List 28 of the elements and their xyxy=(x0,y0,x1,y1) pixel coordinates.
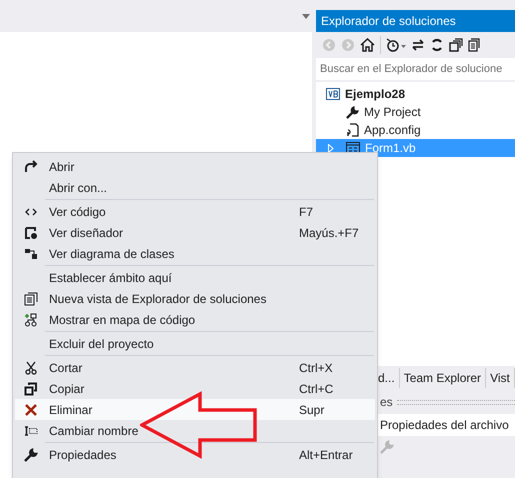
menu-item[interactable]: Ver diagrama de clases xyxy=(15,243,375,264)
menu-item[interactable]: Eliminar Supr xyxy=(15,399,375,420)
object-name: Propiedades del archivo xyxy=(380,417,509,434)
tree-item[interactable]: Ejemplo28 xyxy=(316,85,515,103)
menu-item[interactable]: Abrir con... xyxy=(15,177,375,198)
menu-item[interactable]: Ver diseñador Mayús.+F7 xyxy=(15,222,375,243)
panel-tab[interactable]: Team Explorer xyxy=(400,368,486,388)
tree-item-label: Form1.vb xyxy=(365,140,416,157)
panel-tab[interactable]: Vist xyxy=(486,368,515,388)
panel-title: Explorador de soluciones xyxy=(321,13,456,30)
panel-title: es xyxy=(380,394,393,411)
tree-item-label: Ejemplo28 xyxy=(345,86,406,103)
menu-item[interactable]: Cortar Ctrl+X xyxy=(15,357,375,378)
menu-item[interactable]: Nueva vista de Explorador de soluciones xyxy=(15,288,375,309)
menu-item[interactable]: Copiar Ctrl+C xyxy=(15,378,375,399)
menu-item[interactable]: Abrir xyxy=(15,156,375,177)
tree-item-label: App.config xyxy=(364,122,421,139)
menu-item[interactable]: Ver código F7 xyxy=(15,201,375,222)
menu-item[interactable]: Establecer ámbito aquí xyxy=(15,267,375,288)
menu-item[interactable]: Propiedades Alt+Entrar xyxy=(15,444,375,465)
menu-item[interactable]: Mostrar en mapa de código xyxy=(15,309,375,330)
menu-item[interactable]: Excluir del proyecto xyxy=(15,333,375,354)
tree-item[interactable]: App.config xyxy=(316,121,515,139)
tree-item-label: My Project xyxy=(364,104,421,121)
search-field[interactable]: Buscar en el Explorador de solucione xyxy=(316,58,515,80)
object-selector[interactable]: Propiedades del archivo xyxy=(378,414,515,436)
tree-item[interactable]: My Project xyxy=(316,103,515,121)
menu-item[interactable]: Cambiar nombre xyxy=(15,420,375,441)
